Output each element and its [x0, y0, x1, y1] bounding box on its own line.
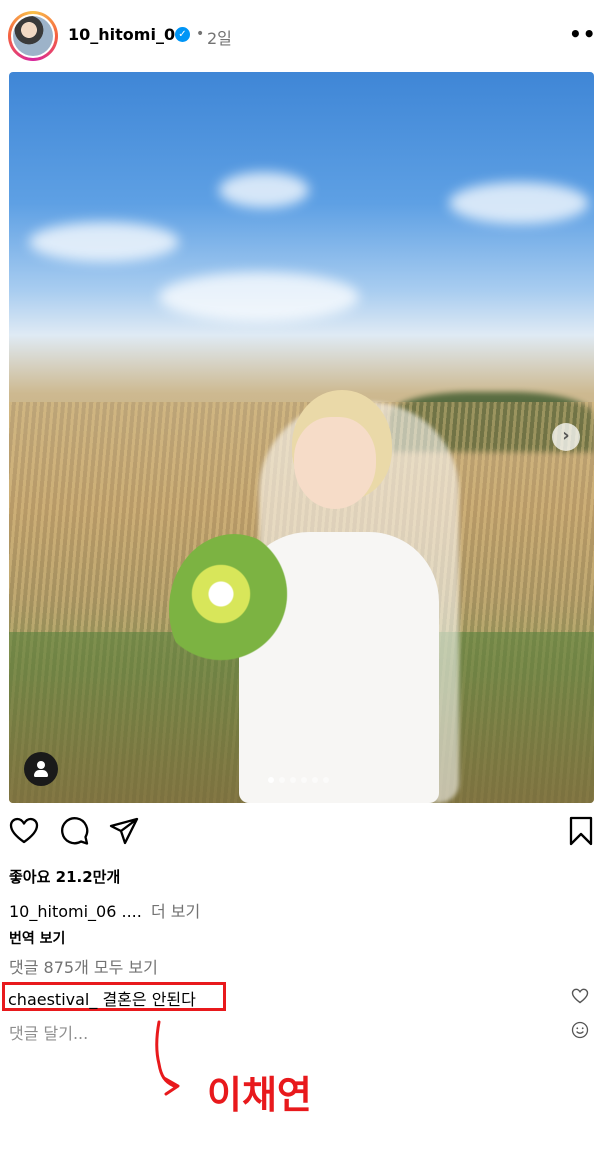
likes-value: 21.2만개	[55, 868, 121, 886]
carousel-dot	[279, 777, 285, 783]
comment-like-heart-icon[interactable]	[571, 987, 589, 1005]
carousel-next-button[interactable]: ›	[552, 423, 580, 451]
carousel-dots	[268, 777, 338, 785]
person-icon-head	[37, 761, 45, 769]
carousel-dot	[301, 777, 307, 783]
caption-username[interactable]: 10_hitomi_06	[9, 902, 116, 921]
cloud-shape	[159, 272, 359, 322]
caption-ellipsis: ....	[121, 902, 142, 921]
avatar-image	[13, 16, 53, 56]
translate-link[interactable]: 번역 보기	[9, 928, 65, 948]
cloud-shape	[449, 182, 589, 224]
likes-label: 좋아요	[9, 868, 51, 886]
avatar[interactable]	[8, 11, 58, 61]
post-time[interactable]: 2일	[207, 25, 232, 49]
emoji-icon[interactable]	[571, 1021, 589, 1039]
annotation-arrow-icon	[155, 1020, 180, 1096]
comment-text: 결혼은 안된다	[102, 990, 196, 1009]
action-bar	[0, 815, 599, 855]
verified-badge-icon: ✓	[175, 27, 190, 42]
comment-icon[interactable]	[58, 815, 90, 847]
post-photo[interactable]: ›	[9, 72, 594, 803]
likes-count[interactable]: 좋아요 21.2만개	[9, 866, 120, 887]
comment-username[interactable]: chaestival_	[8, 990, 97, 1009]
carousel-dot	[312, 777, 318, 783]
comment-row: chaestival_ 결혼은 안된다	[8, 986, 196, 1010]
face	[294, 417, 376, 509]
bookmark-icon[interactable]	[565, 815, 597, 847]
cloud-shape	[219, 172, 309, 208]
post-username[interactable]: 10_hitomi_06	[68, 25, 186, 44]
add-comment-input[interactable]: 댓글 달기...	[9, 1020, 88, 1044]
caption-more-link[interactable]: 더 보기	[151, 902, 200, 921]
heart-icon[interactable]	[8, 815, 40, 847]
view-all-comments-link[interactable]: 댓글 875개 모두 보기	[9, 954, 158, 978]
dot-separator: •	[196, 26, 205, 42]
flower-bouquet	[169, 534, 299, 684]
tagged-people-button[interactable]	[24, 752, 58, 786]
carousel-dot	[268, 777, 274, 783]
carousel-dot	[323, 777, 329, 783]
more-options-icon[interactable]: •••	[569, 22, 599, 46]
cloud-shape	[29, 222, 179, 262]
post-header: 10_hitomi_06 ✓ • 2일 •••	[0, 0, 599, 72]
caption: 10_hitomi_06 .... 더 보기	[9, 898, 200, 922]
annotation-label: 이채연	[207, 1073, 312, 1117]
carousel-dot	[290, 777, 296, 783]
person-icon-body	[34, 770, 48, 777]
avatar-border	[11, 14, 55, 58]
share-icon[interactable]	[108, 815, 140, 847]
